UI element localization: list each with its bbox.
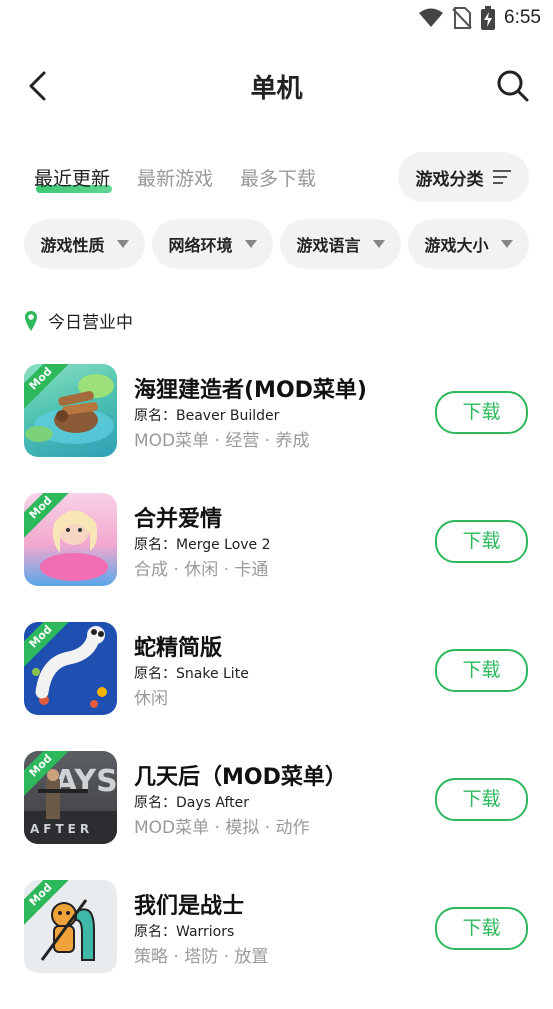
snake-lite-icon[interactable]: Mod bbox=[24, 622, 117, 715]
list-item[interactable]: Mod 我们是战士 原名：Warriors 策略 · 塔防 · 放置 下载 bbox=[0, 880, 553, 1009]
caret-down-icon bbox=[244, 240, 257, 248]
caret-down-icon bbox=[116, 240, 129, 248]
filter-network[interactable]: 网络环境 bbox=[152, 219, 273, 269]
svg-text:AFTER: AFTER bbox=[30, 822, 93, 836]
filter-language[interactable]: 游戏语言 bbox=[280, 219, 401, 269]
filter-game-nature[interactable]: 游戏性质 bbox=[24, 219, 145, 269]
location-pin-icon bbox=[25, 310, 37, 331]
tab-new-games[interactable]: 最新游戏 bbox=[137, 164, 213, 191]
list-item[interactable]: AYS AFTER Mod 几天后（MOD菜单） 原名：Days After M… bbox=[0, 751, 553, 880]
app-original-name: 原名：Warriors bbox=[134, 924, 235, 940]
tab-recent-updates[interactable]: 最近更新 bbox=[34, 164, 113, 193]
app-name: 几天后（MOD菜单） bbox=[134, 765, 347, 790]
app-original-name: 原名：Merge Love 2 bbox=[134, 537, 271, 553]
filter-label: 游戏语言 bbox=[296, 236, 361, 255]
status-icons: 6:55 bbox=[418, 6, 541, 30]
list-item[interactable]: Mod 海狸建造者(MOD菜单) 原名：Beaver Builder MOD菜单… bbox=[0, 364, 553, 493]
sort-tabs: 最近更新 最新游戏 最多下载 bbox=[34, 152, 316, 202]
filter-chips: 游戏性质 网络环境 游戏语言 游戏大小 bbox=[24, 219, 529, 269]
game-category-label: 游戏分类 bbox=[415, 169, 484, 190]
warriors-icon[interactable]: Mod bbox=[24, 880, 117, 973]
filter-label: 网络环境 bbox=[168, 236, 233, 255]
header: 单机 bbox=[0, 58, 553, 114]
download-button[interactable]: 下载 bbox=[435, 907, 528, 950]
tab-most-downloaded[interactable]: 最多下载 bbox=[240, 164, 316, 191]
app-original-name: 原名：Days After bbox=[134, 795, 250, 811]
status-time: 6:55 bbox=[504, 7, 541, 28]
filter-label: 游戏性质 bbox=[40, 236, 105, 255]
caret-down-icon bbox=[500, 240, 513, 248]
app-name: 我们是战士 bbox=[134, 894, 245, 919]
download-button[interactable]: 下载 bbox=[435, 391, 528, 434]
app-tags: MOD菜单 · 经营 · 养成 bbox=[134, 431, 310, 451]
filter-label: 游戏大小 bbox=[424, 236, 489, 255]
caret-down-icon bbox=[372, 240, 385, 248]
search-icon[interactable] bbox=[495, 68, 531, 104]
battery-charging-icon bbox=[481, 6, 496, 30]
app-name: 合并爱情 bbox=[134, 507, 223, 532]
merge-love-icon[interactable]: Mod bbox=[24, 493, 117, 586]
wifi-icon bbox=[419, 8, 444, 27]
download-button[interactable]: 下载 bbox=[435, 649, 528, 692]
no-sim-icon bbox=[452, 7, 472, 29]
app-tags: 休闲 bbox=[134, 689, 168, 709]
app-name: 海狸建造者(MOD菜单) bbox=[134, 378, 367, 403]
app-name: 蛇精简版 bbox=[134, 636, 223, 661]
game-category-button[interactable]: 游戏分类 bbox=[398, 152, 529, 202]
app-list: Mod 海狸建造者(MOD菜单) 原名：Beaver Builder MOD菜单… bbox=[0, 364, 553, 1009]
section-header: 今日营业中 bbox=[24, 308, 133, 333]
download-button[interactable]: 下载 bbox=[435, 778, 528, 821]
svg-text:AYS: AYS bbox=[54, 764, 117, 799]
beaver-builder-icon[interactable]: Mod bbox=[24, 364, 117, 457]
filter-lines-icon bbox=[492, 170, 511, 184]
section-title: 今日营业中 bbox=[48, 313, 133, 333]
filter-size[interactable]: 游戏大小 bbox=[408, 219, 529, 269]
app-tags: MOD菜单 · 模拟 · 动作 bbox=[134, 818, 310, 838]
app-original-name: 原名：Snake Lite bbox=[134, 666, 249, 682]
list-item[interactable]: Mod 蛇精简版 原名：Snake Lite 休闲 下载 bbox=[0, 622, 553, 751]
app-original-name: 原名：Beaver Builder bbox=[134, 408, 280, 424]
app-tags: 策略 · 塔防 · 放置 bbox=[134, 947, 269, 967]
app-tags: 合成 · 休闲 · 卡通 bbox=[134, 560, 269, 580]
status-bar: 6:55 bbox=[0, 0, 553, 38]
list-item[interactable]: Mod 合并爱情 原名：Merge Love 2 合成 · 休闲 · 卡通 下载 bbox=[0, 493, 553, 622]
download-button[interactable]: 下载 bbox=[435, 520, 528, 563]
page-title: 单机 bbox=[250, 74, 303, 104]
days-after-icon[interactable]: AYS AFTER Mod bbox=[24, 751, 117, 844]
